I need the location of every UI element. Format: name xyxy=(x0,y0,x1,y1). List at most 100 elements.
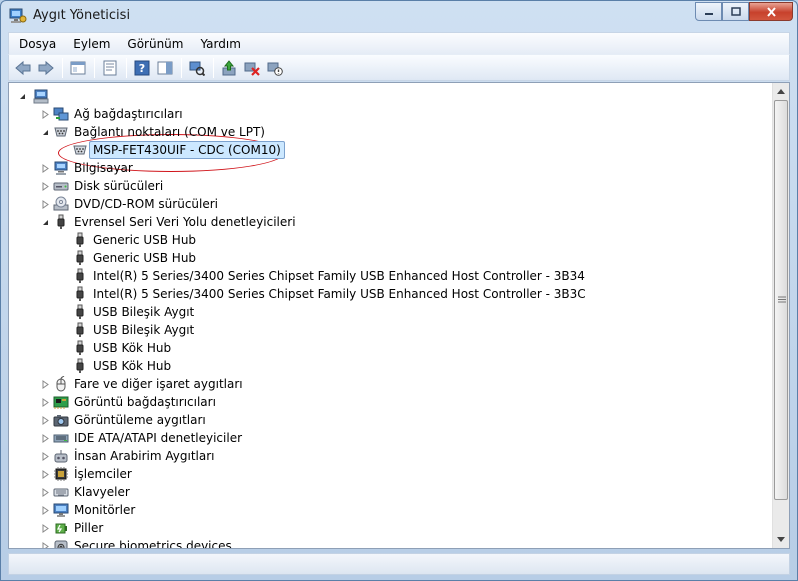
tree-device-row[interactable]: Generic USB Hub xyxy=(9,231,769,249)
tree-category-row[interactable]: İşlemciler xyxy=(9,465,769,483)
minimize-icon xyxy=(704,12,713,15)
tree-expander-collapsed-icon[interactable] xyxy=(41,416,50,425)
tree-item-label: Bilgisayar xyxy=(74,161,133,175)
tree-category-row[interactable]: DVD/CD-ROM sürücüleri xyxy=(9,195,769,213)
tree-expander-collapsed-icon[interactable] xyxy=(41,200,50,209)
tree-item-label: USB Bileşik Aygıt xyxy=(93,305,195,319)
monitor-icon xyxy=(53,503,69,517)
tree-item-label: İşlemciler xyxy=(74,467,132,481)
disable-device-icon xyxy=(267,62,283,76)
close-icon xyxy=(766,6,776,17)
tree-device-row[interactable]: Intel(R) 5 Series/3400 Series Chipset Fa… xyxy=(9,267,769,285)
show-hide-console-tree-button[interactable] xyxy=(67,58,89,78)
scan-hardware-icon xyxy=(189,61,205,76)
toolbar-separator xyxy=(213,57,214,78)
device-manager-window: Aygıt Yöneticisi Dosya Eylem Görünüm Yar… xyxy=(0,0,798,581)
menu-dosya[interactable]: Dosya xyxy=(12,37,63,51)
menu-gorunum[interactable]: Görünüm xyxy=(120,37,190,51)
tree-category-row[interactable]: İnsan Arabirim Aygıtları xyxy=(9,447,769,465)
status-bar xyxy=(8,553,790,575)
toolbar-separator xyxy=(94,57,95,78)
tree-category-row[interactable]: Bilgisayar xyxy=(9,159,769,177)
tree-device-row[interactable]: USB Kök Hub xyxy=(9,357,769,375)
disable-device-button[interactable] xyxy=(264,58,286,78)
tree-category-row[interactable]: Bağlantı noktaları (COM ve LPT) xyxy=(9,123,769,141)
tree-expander-collapsed-icon[interactable] xyxy=(41,380,50,389)
tree-item-label: Generic USB Hub xyxy=(93,251,197,265)
tree-category-row[interactable]: Secure biometrics devices xyxy=(9,537,769,548)
tree-expander-collapsed-icon[interactable] xyxy=(41,524,50,533)
processor-icon xyxy=(54,467,68,481)
tree-expander-collapsed-icon[interactable] xyxy=(41,434,50,443)
tree-category-row[interactable]: Klavyeler xyxy=(9,483,769,501)
ide-controller-icon xyxy=(53,434,69,443)
update-driver-button[interactable] xyxy=(218,58,240,78)
close-button[interactable] xyxy=(749,2,793,21)
tree-item-label: USB Kök Hub xyxy=(93,359,172,373)
caption-buttons xyxy=(695,2,793,21)
device-tree-panel: Ağ bağdaştırıcıları Bağlantı noktaları (C… xyxy=(8,82,790,549)
tree-expander-collapsed-icon[interactable] xyxy=(41,488,50,497)
tree-item-label: Monitörler xyxy=(74,503,136,517)
tree-expander-collapsed-icon[interactable] xyxy=(41,470,50,479)
tree-category-row[interactable]: Görüntüleme aygıtları xyxy=(9,411,769,429)
menu-eylem[interactable]: Eylem xyxy=(66,37,117,51)
tree-category-row[interactable]: Monitörler xyxy=(9,501,769,519)
scroll-down-button[interactable] xyxy=(773,531,789,548)
scroll-up-button[interactable] xyxy=(773,83,789,100)
menu-yardim[interactable]: Yardım xyxy=(193,37,247,51)
console-tree-icon xyxy=(70,61,86,74)
tree-root[interactable] xyxy=(9,87,309,105)
menu-bar: Dosya Eylem Görünüm Yardım xyxy=(8,32,790,54)
usb-icon xyxy=(57,214,65,229)
tree-category-row[interactable]: Görüntü bağdaştırıcıları xyxy=(9,393,769,411)
tree-item-label: Görüntüleme aygıtları xyxy=(74,413,206,427)
scrollbar-thumb[interactable] xyxy=(774,100,788,500)
tree-device-row[interactable]: USB Kök Hub xyxy=(9,339,769,357)
tree-category-row[interactable]: Ağ bağdaştırıcıları xyxy=(9,105,769,123)
tree-expander-expanded-icon[interactable] xyxy=(18,92,27,101)
tree-expander-expanded-icon[interactable] xyxy=(41,128,50,137)
tree-expander-collapsed-icon[interactable] xyxy=(41,506,50,515)
forward-button[interactable] xyxy=(35,58,57,78)
tree-category-row[interactable]: IDE ATA/ATAPI denetleyiciler xyxy=(9,429,769,447)
back-button[interactable] xyxy=(12,58,34,78)
tree-device-row[interactable]: USB Bileşik Aygıt xyxy=(9,303,769,321)
tree-category-row[interactable]: Fare ve diğer işaret aygıtları xyxy=(9,375,769,393)
tree-device-row[interactable]: MSP-FET430UIF - CDC (COM10) xyxy=(9,141,769,159)
toolbar-separator xyxy=(62,57,63,78)
properties-button[interactable] xyxy=(99,58,121,78)
tree-item-label: USB Kök Hub xyxy=(93,341,172,355)
device-manager-icon xyxy=(9,8,27,23)
computer-icon xyxy=(33,89,49,104)
tree-expander-collapsed-icon[interactable] xyxy=(41,182,50,191)
tree-category-row[interactable]: Disk sürücüleri xyxy=(9,177,769,195)
tree-device-row[interactable]: USB Bileşik Aygıt xyxy=(9,321,769,339)
scan-hardware-button[interactable] xyxy=(186,58,208,78)
usb-icon xyxy=(76,322,84,337)
uninstall-button[interactable] xyxy=(241,58,263,78)
tree-expander-expanded-icon[interactable] xyxy=(41,218,50,227)
help-button[interactable]: ? xyxy=(131,58,153,78)
usb-icon xyxy=(76,268,84,283)
tree-device-row[interactable]: Generic USB Hub xyxy=(9,249,769,267)
keyboard-icon xyxy=(53,488,69,497)
tree-expander-collapsed-icon[interactable] xyxy=(41,110,50,119)
title-bar[interactable]: Aygıt Yöneticisi xyxy=(1,1,797,31)
tree-category-row[interactable]: Piller xyxy=(9,519,769,537)
tree-device-row[interactable]: Intel(R) 5 Series/3400 Series Chipset Fa… xyxy=(9,285,769,303)
vertical-scrollbar[interactable] xyxy=(772,83,789,548)
minimize-button[interactable] xyxy=(695,2,722,21)
tree-expander-collapsed-icon[interactable] xyxy=(41,452,50,461)
tree-item-label: Bağlantı noktaları (COM ve LPT) xyxy=(74,125,265,139)
tree-expander-collapsed-icon[interactable] xyxy=(41,542,50,548)
mouse-icon xyxy=(56,376,66,392)
maximize-button[interactable] xyxy=(722,2,749,21)
computer-icon xyxy=(54,161,68,175)
tree-expander-collapsed-icon[interactable] xyxy=(41,164,50,173)
tree-expander-collapsed-icon[interactable] xyxy=(41,398,50,407)
scroll-down-icon xyxy=(777,537,785,542)
action-pane-button[interactable] xyxy=(154,58,176,78)
tree-item-label: Ağ bağdaştırıcıları xyxy=(74,107,183,121)
tree-category-row[interactable]: Evrensel Seri Veri Yolu denetleyicileri xyxy=(9,213,769,231)
